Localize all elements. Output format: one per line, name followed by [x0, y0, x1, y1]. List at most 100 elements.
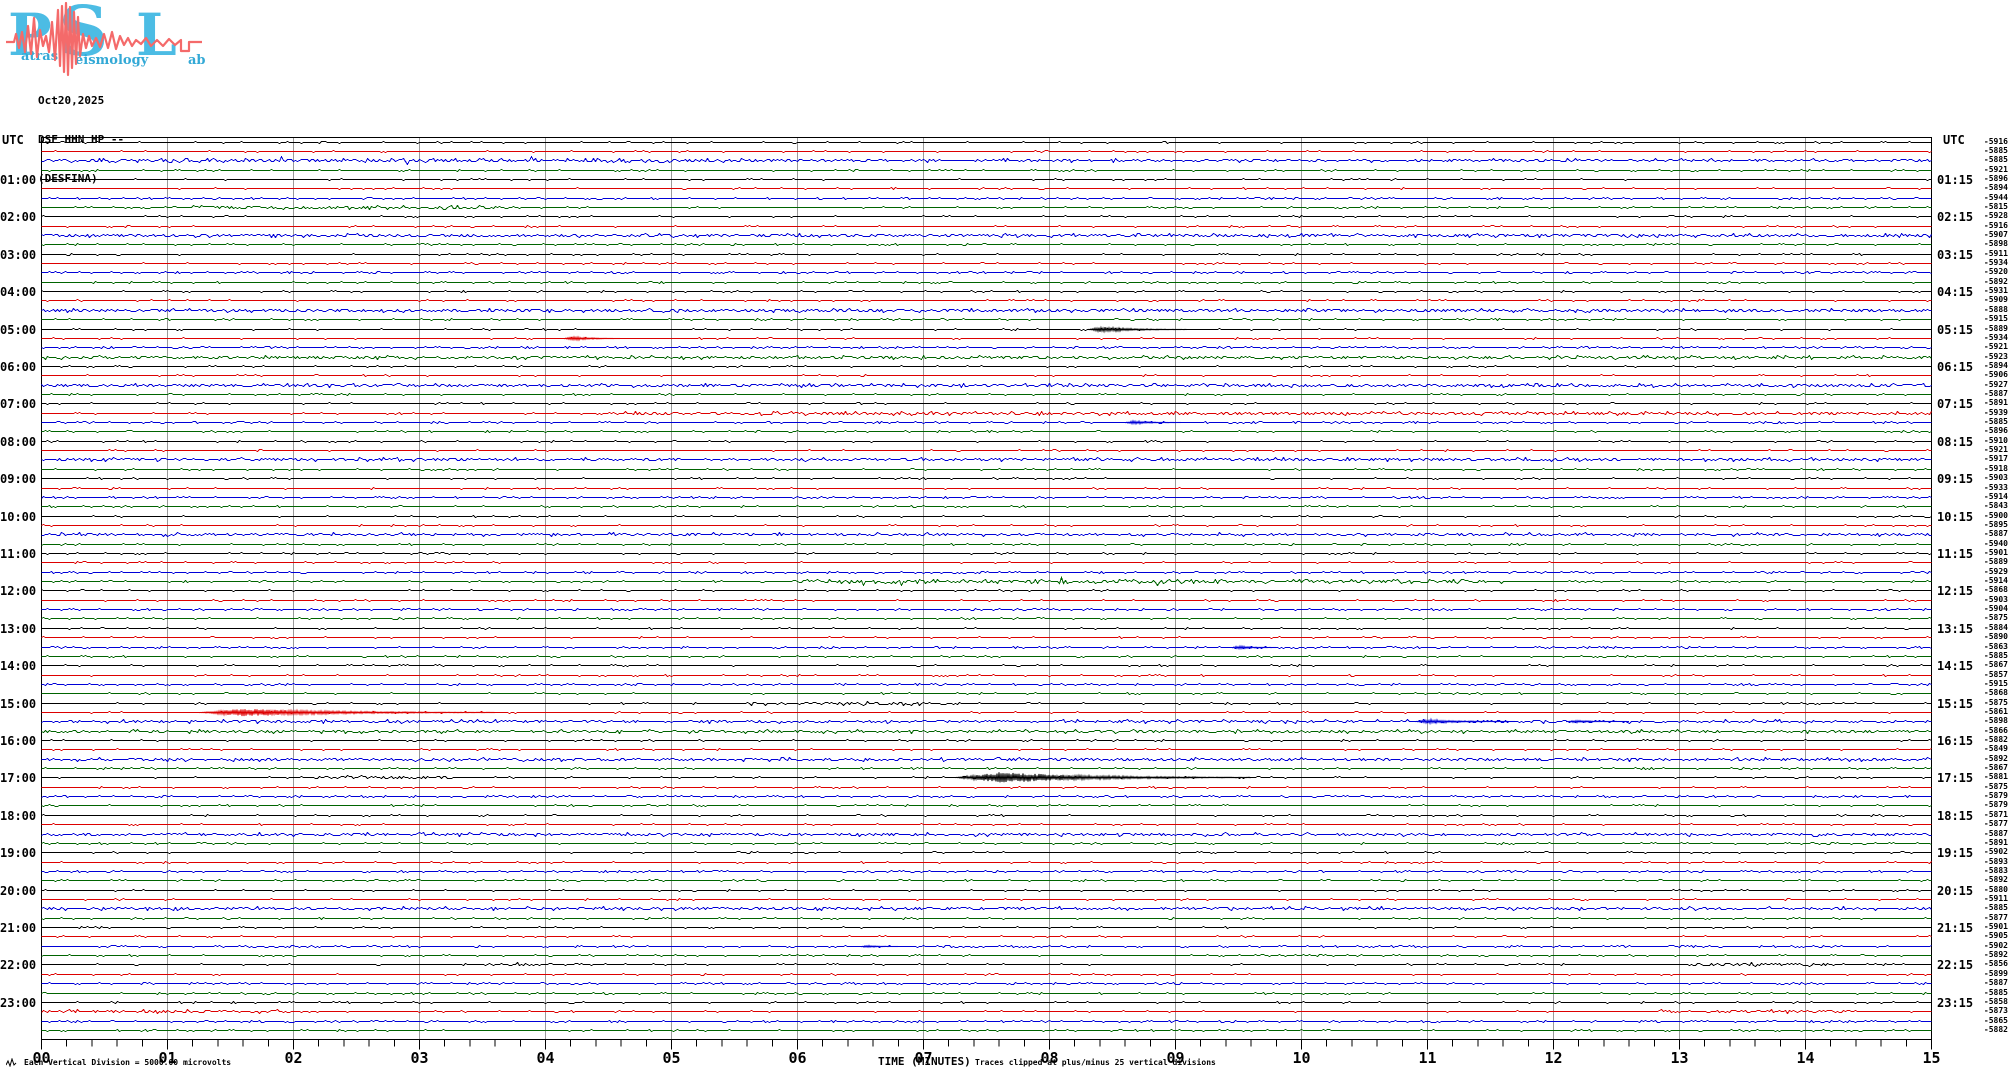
- minute-label: 02: [284, 1049, 303, 1067]
- trace-row: [41, 289, 1932, 294]
- trace-offset-value: -5916: [1983, 136, 2008, 146]
- minute-label: 13: [1670, 1049, 1689, 1067]
- trace-row: [41, 654, 1932, 659]
- trace-offset-value: -5933: [1983, 482, 2008, 492]
- trace-offset-value: -5921: [1983, 341, 2008, 351]
- trace-offset-value: -5867: [1983, 659, 2008, 669]
- seismic-burst: [860, 944, 899, 949]
- hour-label-left: 13:00: [0, 621, 37, 636]
- trace-row: [41, 598, 1932, 603]
- trace-row: [41, 252, 1932, 257]
- trace-row: [41, 860, 1932, 865]
- trace-row: [41, 298, 1932, 303]
- hour-label-left: 20:00: [0, 883, 37, 898]
- trace-offset-value: -5902: [1983, 846, 2008, 856]
- trace-offset-value: -5921: [1983, 164, 2008, 174]
- trace-offset-value: -5914: [1983, 491, 2008, 501]
- clip-note: Traces clipped at plus/minus 25 vertical…: [975, 1058, 1216, 1067]
- trace-offset-value: -5865: [1983, 1015, 2008, 1025]
- trace-offset-value: -5892: [1983, 949, 2008, 959]
- trace-offset-value: -5885: [1983, 154, 2008, 164]
- trace-offset-value: -5890: [1983, 631, 2008, 641]
- trace-row: [41, 645, 1932, 650]
- trace-offset-value: -5891: [1983, 397, 2008, 407]
- trace-offset-value: -5928: [1983, 210, 2008, 220]
- trace-row: [41, 635, 1932, 640]
- trace-row: [41, 934, 1932, 939]
- trace-offset-value: -5857: [1983, 669, 2008, 679]
- scale-note: Each Vertical Division = 5000.00 microvo…: [24, 1058, 232, 1067]
- trace-offset-value: -5929: [1983, 566, 2008, 576]
- trace-offset-value: -5902: [1983, 940, 2008, 950]
- hour-label-left: 01:00: [0, 172, 37, 187]
- seismic-burst: [1414, 717, 1516, 726]
- trace-offset-value: -5881: [1983, 771, 2008, 781]
- trace-row: [41, 364, 1932, 369]
- trace-offset-value: -5887: [1983, 528, 2008, 538]
- trace-offset-value: -5894: [1983, 360, 2008, 370]
- trace-row: [41, 1008, 1932, 1015]
- trace-offset-value: -5899: [1983, 968, 2008, 978]
- trace-offset-value: -5863: [1983, 641, 2008, 651]
- trace-offset-value: -5911: [1983, 248, 2008, 258]
- trace-row: [41, 785, 1932, 790]
- trace-offset-value: -5920: [1983, 266, 2008, 276]
- trace-offset-value: -5882: [1983, 1024, 2008, 1034]
- trace-offset-value: -5909: [1983, 294, 2008, 304]
- hour-label-left: 05:00: [0, 322, 37, 337]
- trace-row: [41, 280, 1932, 285]
- seismic-burst: [198, 708, 496, 717]
- trace-row: [41, 476, 1932, 481]
- trace-offset-value: -5905: [1983, 930, 2008, 940]
- time-axis-title: TIME (MINUTES): [878, 1055, 971, 1068]
- seismic-burst: [1565, 719, 1630, 724]
- trace-offset-value: -5893: [1983, 856, 2008, 866]
- trace-offset-value: -5883: [1983, 865, 2008, 875]
- seismic-burst: [563, 335, 621, 342]
- trace-row: [41, 850, 1932, 855]
- seismic-burst: [1124, 419, 1182, 426]
- trace-row: [41, 663, 1932, 668]
- trace-row: [41, 261, 1932, 266]
- hour-label-left: 02:00: [0, 209, 37, 224]
- trace-row: [41, 925, 1932, 930]
- seismic-burst: [1231, 644, 1277, 651]
- trace-offset-value: -5940: [1983, 538, 2008, 548]
- trace-offset-value: -5892: [1983, 874, 2008, 884]
- trace-row: [41, 991, 1932, 996]
- trace-row: [41, 242, 1932, 247]
- trace-row: [41, 410, 1932, 417]
- trace-offset-value: -5914: [1983, 575, 2008, 585]
- trace-row: [41, 542, 1932, 547]
- mini-wave-icon: [6, 1058, 17, 1067]
- trace-row: [41, 168, 1932, 173]
- hour-label-left: 07:00: [0, 396, 37, 411]
- minute-label: 06: [788, 1049, 807, 1067]
- trace-offset-value: -5856: [1983, 958, 2008, 968]
- trace-row: [41, 429, 1932, 434]
- trace-row: [41, 270, 1932, 275]
- trace-row: [41, 841, 1932, 846]
- trace-row: [41, 822, 1932, 827]
- trace-offset-value: -5934: [1983, 257, 2008, 267]
- trace-row: [41, 354, 1932, 361]
- trace-offset-value: -5868: [1983, 584, 2008, 594]
- psl-logo: P S L atras eismology ab: [4, 0, 209, 78]
- hour-label-left: 18:00: [0, 808, 37, 823]
- trace-row: [41, 831, 1932, 838]
- trace-row: [41, 747, 1932, 752]
- trace-offset-value: -5898: [1983, 238, 2008, 248]
- trace-offset-value: -5906: [1983, 369, 2008, 379]
- trace-offset-value: -5879: [1983, 799, 2008, 809]
- trace-offset-value: -5877: [1983, 912, 2008, 922]
- trace-row: [41, 531, 1932, 538]
- trace-offset-value: -5903: [1983, 472, 2008, 482]
- trace-offset-value: -5910: [1983, 435, 2008, 445]
- trace-offset-value: -5896: [1983, 173, 2008, 183]
- minute-label: 11: [1418, 1049, 1437, 1067]
- trace-row: [41, 570, 1932, 575]
- trace-row: [41, 232, 1932, 239]
- trace-row: [41, 186, 1932, 191]
- trace-row: [41, 392, 1932, 397]
- trace-row: [41, 196, 1932, 201]
